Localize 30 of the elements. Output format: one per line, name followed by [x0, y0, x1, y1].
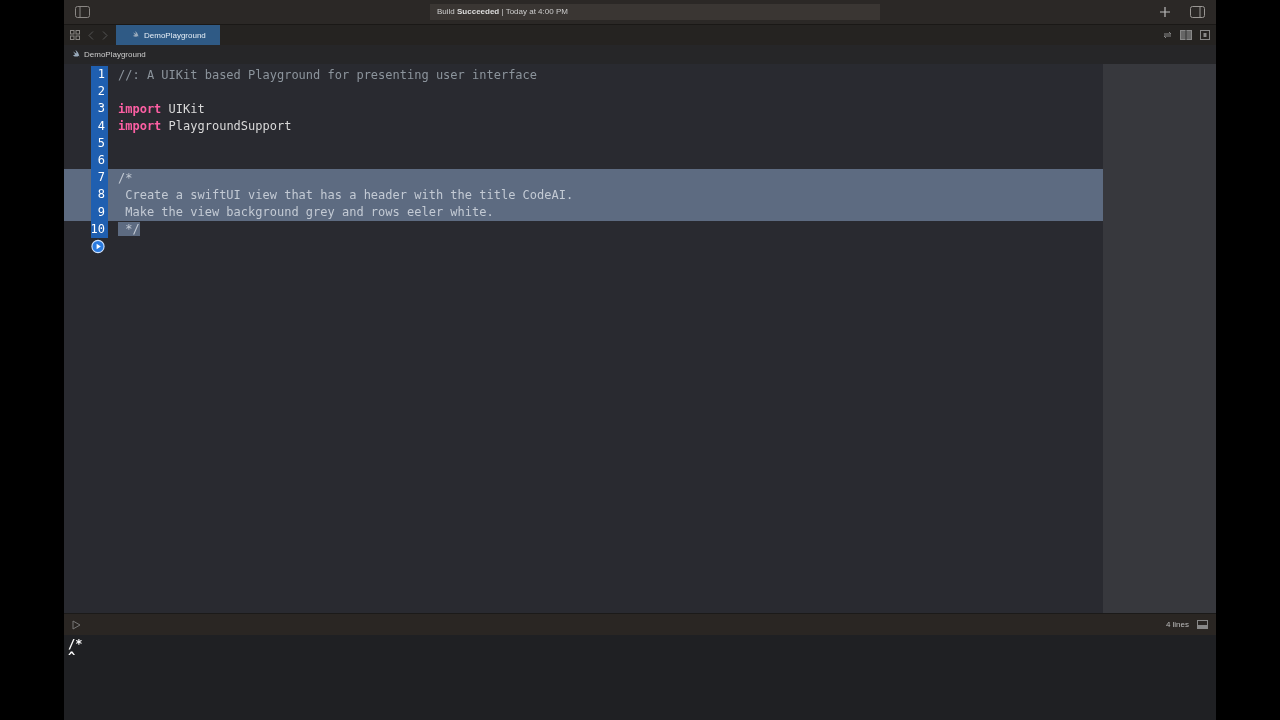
run-icon[interactable] — [91, 238, 105, 254]
grid-icon[interactable] — [70, 30, 80, 40]
line-number: 2 — [91, 83, 108, 101]
code-comment: Create a swiftUI view that has a header with the title CodeAI. — [124, 187, 574, 202]
build-status: Build Succeeded | Today at 4:00 PM — [430, 4, 880, 20]
line-number: 1 — [91, 66, 108, 84]
code-comment: */ — [118, 222, 140, 237]
sidebar-toggle-icon[interactable] — [75, 6, 90, 18]
code-comment: /* — [118, 170, 133, 185]
split-editor-icon[interactable] — [1180, 30, 1192, 40]
console-output: /* — [68, 638, 83, 651]
swift-file-icon — [132, 31, 140, 39]
add-icon[interactable] — [1160, 7, 1170, 17]
editor-tab[interactable]: DemoPlayground — [116, 25, 220, 45]
console-toggle-icon[interactable] — [1197, 620, 1208, 629]
breadcrumb-item[interactable]: DemoPlayground — [84, 50, 146, 59]
line-number: 3 — [91, 100, 108, 118]
code-line: import UIKit — [118, 101, 205, 116]
swap-icon[interactable] — [1163, 31, 1172, 39]
inspector-toggle-icon[interactable] — [1190, 6, 1205, 18]
panel-icon[interactable] — [1200, 30, 1210, 40]
code-comment: //: A UIKit based Playground for presenting user interface — [118, 67, 538, 82]
swift-file-icon — [72, 50, 81, 59]
code-comment: Make the view background grey and rows eeler white. — [124, 205, 494, 220]
line-number: 7 — [91, 169, 108, 187]
line-number: 8 — [91, 186, 108, 204]
play-icon[interactable] — [72, 619, 81, 630]
code-line: import PlaygroundSupport — [118, 119, 292, 134]
line-count: 4 lines — [1165, 620, 1189, 629]
console-output: ^ — [68, 651, 76, 664]
